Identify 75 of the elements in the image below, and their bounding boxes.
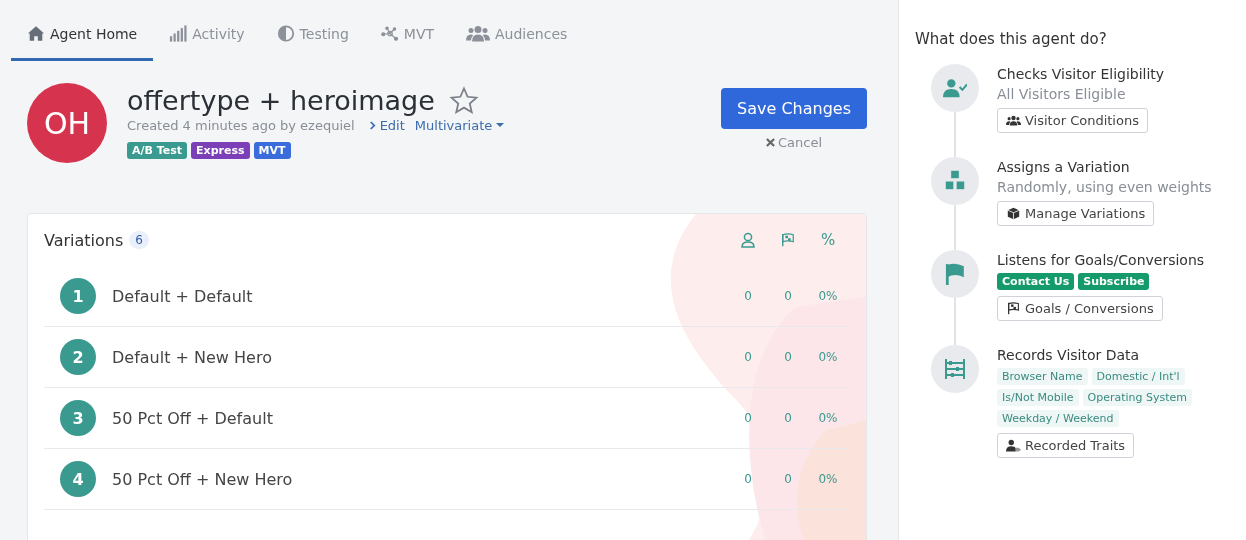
goal-tag: Subscribe — [1078, 273, 1150, 290]
variation-name: 50 Pct Off + New Hero — [112, 469, 293, 489]
signal-bars-icon — [169, 25, 188, 42]
variation-name: Default + New Hero — [112, 347, 272, 367]
conversion-rate: 0% — [817, 472, 839, 486]
star-icon[interactable] — [448, 85, 479, 116]
conversions-count: 0 — [783, 350, 793, 364]
conversion-rate: 0% — [817, 411, 839, 425]
agent-title: offertype + heroimage — [127, 85, 435, 116]
nav-tab[interactable]: Agent Home — [11, 15, 154, 61]
trait-tag: Weekday / Weekend — [997, 410, 1119, 427]
half-circle-icon — [276, 25, 295, 42]
step-title: Listens for Goals/Conversions — [997, 252, 1205, 268]
home-icon — [27, 25, 45, 42]
variation-number: 1 — [60, 278, 96, 314]
chevron-icon — [368, 120, 376, 131]
step-title: Assigns a Variation — [997, 159, 1131, 175]
nav-tab[interactable]: Audiences — [450, 15, 584, 61]
nav-tab[interactable]: Activity — [153, 15, 261, 61]
user-tag-icon — [1006, 439, 1021, 452]
tag: Express — [191, 142, 250, 159]
save-button[interactable]: Save Changes — [721, 88, 867, 129]
cancel-button[interactable]: Cancel — [760, 134, 829, 151]
conversion-rate: 0% — [817, 289, 839, 303]
avatar: OH — [27, 83, 107, 163]
users-icon — [1006, 114, 1021, 127]
trait-tag: Is/Not Mobile — [997, 389, 1079, 406]
step-button[interactable]: Visitor Conditions — [997, 108, 1148, 133]
users-icon — [466, 25, 491, 42]
visitors-count: 0 — [743, 472, 753, 486]
close-icon — [766, 138, 775, 147]
tag: A/B Test — [127, 142, 188, 159]
variation-name: Default + Default — [112, 286, 253, 306]
conversions-count: 0 — [783, 289, 793, 303]
cubes-icon — [943, 170, 967, 192]
step-title: Checks Visitor Eligibility — [997, 66, 1165, 82]
user-check-icon — [943, 77, 967, 99]
visitors-count: 0 — [743, 289, 753, 303]
conversions-count: 0 — [783, 472, 793, 486]
trait-tag: Operating System — [1082, 389, 1193, 406]
created-text: Created 4 minutes ago by ezequiel — [127, 118, 355, 133]
step-subtitle: All Visitors Eligible — [997, 86, 1127, 102]
visitors-count: 0 — [743, 411, 753, 425]
caret-icon — [496, 123, 505, 128]
variation-number: 3 — [60, 400, 96, 436]
tag: MVT — [253, 142, 291, 159]
trait-tag: Browser Name — [997, 368, 1088, 385]
count-badge: 6 — [129, 231, 149, 249]
step-button[interactable]: Goals / Conversions — [997, 296, 1163, 321]
variations-title: Variations — [44, 230, 124, 250]
step-title: Records Visitor Data — [997, 347, 1141, 363]
conversion-rate: 0% — [817, 350, 839, 364]
step-button[interactable]: Recorded Traits — [997, 433, 1135, 458]
mode-dropdown[interactable]: Multivariate — [414, 118, 505, 133]
variation-number: 2 — [60, 339, 96, 375]
checkered-flag-icon — [781, 232, 795, 248]
step-subtitle: Randomly, using even weights — [997, 179, 1212, 195]
percent-header: % — [821, 231, 835, 249]
edit-link[interactable]: Edit — [368, 118, 405, 133]
trait-tag: Domestic / Int'l — [1091, 368, 1185, 385]
step-button[interactable]: Manage Variations — [997, 201, 1155, 226]
sidebar-title: What does this agent do? — [915, 30, 1108, 48]
nav-tab[interactable]: Testing — [260, 15, 365, 61]
cube-icon — [1006, 207, 1021, 220]
nav-tab[interactable]: MVT — [364, 15, 451, 61]
abacus-icon — [943, 358, 967, 380]
variation-name: 50 Pct Off + Default — [112, 408, 273, 428]
variation-number: 4 — [60, 461, 96, 497]
conversions-count: 0 — [783, 411, 793, 425]
checkered-flag-icon — [1006, 302, 1021, 315]
person-icon — [741, 232, 755, 248]
goal-tag: Contact Us — [997, 273, 1075, 290]
flag-icon — [943, 263, 967, 285]
network-icon — [380, 25, 399, 42]
visitors-count: 0 — [743, 350, 753, 364]
